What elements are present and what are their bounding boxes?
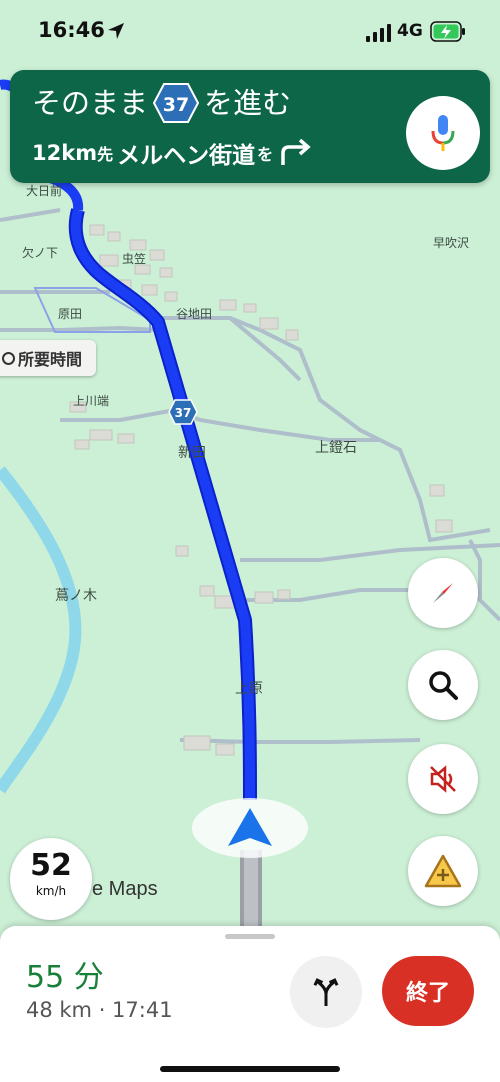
direction-road-particle: を — [257, 145, 274, 164]
trip-details: 48 km · 17:41 — [26, 998, 173, 1022]
alternate-routes-button[interactable] — [290, 956, 362, 1028]
map-label-oohinomae: 大日前 — [26, 184, 63, 198]
end-navigation-button[interactable]: 終了 — [382, 956, 474, 1026]
map-label-harada: 原田 — [58, 307, 83, 321]
turn-right-icon — [281, 139, 311, 165]
direction-distance-suffix: 先 — [97, 145, 114, 164]
speed-unit: km/h — [35, 884, 67, 898]
compass-button[interactable] — [408, 558, 478, 628]
signal-icon — [366, 24, 391, 42]
direction-secondary: 12km 先 メルヘン街道 を — [32, 136, 315, 170]
volume-off-icon — [430, 765, 456, 793]
direction-distance: 12km — [32, 141, 98, 165]
alternate-routes-icon — [313, 978, 339, 1006]
mic-icon — [431, 115, 455, 151]
map-label-kamikawabata: 上川端 — [73, 394, 110, 408]
map-label-yachida: 谷地田 — [176, 307, 213, 321]
battery-charging-icon — [430, 21, 465, 42]
map-label-hayafukizawa: 早吹沢 — [433, 236, 470, 250]
route-shield-label: 37 — [163, 94, 189, 116]
direction-road-name: メルヘン街道 — [117, 143, 256, 169]
compass-icon — [433, 583, 453, 603]
route-37-marker-label: 37 — [175, 406, 192, 420]
trip-duration: 55 分 — [26, 960, 104, 995]
map-label-shinden: 新田 — [178, 445, 206, 461]
clock-icon — [2, 351, 15, 365]
map-label-uehara: 上原 — [235, 681, 263, 697]
duration-chip[interactable]: 所要時間 — [0, 340, 97, 376]
mute-button[interactable] — [408, 744, 478, 814]
route-37-marker: 37 — [168, 399, 198, 425]
voice-search-button[interactable] — [406, 96, 480, 170]
add-report-icon — [424, 854, 462, 888]
map-label-tsutanoki: 蔦ノ木 — [55, 588, 97, 604]
map-label-kamiabumiishi: 上鐙石 — [315, 440, 357, 456]
speed-indicator: 52 km/h — [10, 838, 92, 920]
route-shield-icon: 37 — [152, 83, 200, 123]
direction-prefix: そのまま — [32, 86, 149, 120]
status-bar: 16:46 4G — [0, 0, 500, 66]
search-icon — [429, 671, 458, 700]
map-attribution: e Maps — [92, 878, 158, 900]
duration-chip-label: 所要時間 — [18, 350, 83, 369]
direction-suffix: を進む — [204, 86, 292, 120]
location-arrow-icon — [108, 23, 124, 39]
network-label: 4G — [397, 21, 423, 41]
search-along-route-button[interactable] — [408, 650, 478, 720]
map-label-kakunoshita: 欠ノ下 — [22, 246, 59, 260]
direction-primary: そのまま 37 を進む — [32, 82, 291, 124]
trip-summary-panel[interactable]: 55 分 48 km · 17:41 終了 — [0, 926, 500, 1082]
speed-value: 52 — [30, 848, 72, 883]
map-label-mushikasa: 虫笠 — [122, 252, 147, 266]
status-time: 16:46 — [38, 18, 105, 42]
direction-banner[interactable]: そのまま 37 を進む 12km 先 メルヘン街道 を — [10, 70, 490, 183]
home-indicator[interactable] — [160, 1066, 340, 1072]
drag-handle[interactable] — [225, 934, 275, 939]
report-incident-button[interactable] — [408, 836, 478, 906]
